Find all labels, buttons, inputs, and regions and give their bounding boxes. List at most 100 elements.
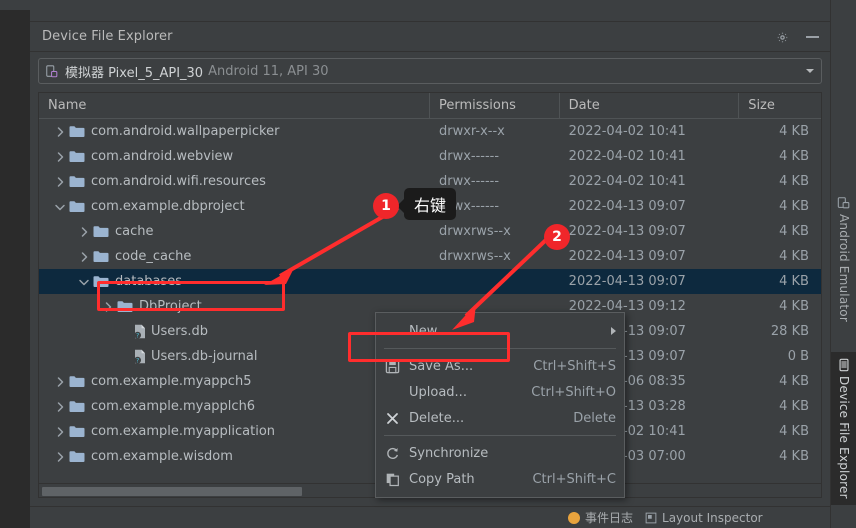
layout-inspector-icon: [645, 512, 657, 523]
device-icon: [46, 64, 58, 77]
menu-item-label: New: [409, 323, 438, 339]
file-name-cell[interactable]: com.example.dbproject: [39, 194, 430, 219]
file-name-label: com.android.wifi.resources: [91, 174, 266, 189]
column-header-name[interactable]: Name: [39, 93, 430, 118]
date-cell: 2022-04-02 10:41: [568, 174, 686, 189]
menu-item-synchronize[interactable]: Synchronize: [376, 440, 624, 466]
svg-text:?: ?: [136, 357, 139, 364]
chevron-right-icon[interactable]: [53, 400, 67, 414]
emulator-icon: [837, 197, 850, 209]
chevron-right-icon[interactable]: [77, 225, 91, 239]
folder-icon: [69, 426, 85, 437]
chevron-right-icon[interactable]: [101, 300, 115, 314]
size-cell: 4 KB: [779, 174, 809, 189]
file-name-cell[interactable]: com.example.myapplication: [39, 419, 430, 444]
status-layout-inspector[interactable]: Layout Inspector: [645, 511, 763, 525]
menu-item-upload[interactable]: Upload... Ctrl+Shift+O: [376, 379, 624, 405]
chevron-right-icon[interactable]: [53, 375, 67, 389]
gear-icon[interactable]: [774, 29, 790, 45]
folder-icon: [69, 451, 85, 462]
context-menu[interactable]: New Save As... Ctrl+Shift+S Upload... Ctrl+S…: [375, 312, 625, 498]
size-cell: 4 KB: [779, 424, 809, 439]
folder-icon: [93, 276, 109, 287]
status-event-log[interactable]: 事件日志: [568, 509, 633, 526]
file-name-cell[interactable]: DbProject: [39, 294, 430, 319]
column-header-date[interactable]: Date: [560, 93, 740, 118]
file-name-cell[interactable]: com.example.myapplch6: [39, 394, 430, 419]
size-cell: 4 KB: [779, 399, 809, 414]
file-name-cell[interactable]: code_cache: [39, 244, 430, 269]
table-row[interactable]: cache drwxrws--x 2022-04-13 09:07 4 KB: [39, 219, 821, 244]
file-name-cell[interactable]: com.example.myappch5: [39, 369, 430, 394]
menu-item-delete[interactable]: Delete... Delete: [376, 405, 624, 431]
menu-item-new[interactable]: New: [376, 318, 624, 344]
column-header-permissions[interactable]: Permissions: [430, 93, 560, 118]
size-cell: 4 KB: [779, 199, 809, 214]
file-name-cell[interactable]: ? Users.db-journal: [39, 344, 430, 369]
file-name-cell[interactable]: cache: [39, 219, 430, 244]
menu-item-label: Synchronize: [409, 445, 489, 461]
scrollbar-thumb[interactable]: [42, 487, 302, 496]
size-cell: 4 KB: [779, 374, 809, 389]
chevron-right-icon[interactable]: [53, 150, 67, 164]
size-cell: 0 B: [787, 349, 810, 364]
table-row[interactable]: databases 2022-04-13 09:07 4 KB: [39, 269, 821, 294]
chevron-down-icon[interactable]: [806, 69, 814, 73]
chevron-right-icon[interactable]: [77, 250, 91, 264]
table-row[interactable]: com.android.wallpaperpicker drwxr-x--x 202…: [39, 119, 821, 144]
table-row[interactable]: code_cache drwxrws--x 2022-04-13 09:07 4 KB: [39, 244, 821, 269]
menu-item-label: Save As...: [409, 358, 474, 374]
tool-tab-android-emulator[interactable]: Android Emulator: [831, 190, 856, 328]
menu-item-saveas[interactable]: Save As... Ctrl+Shift+S: [376, 353, 624, 379]
date-cell: 2022-04-13 09:07: [568, 224, 686, 239]
file-name-label: com.example.wisdom: [91, 449, 233, 464]
status-bar: 事件日志 Layout Inspector: [30, 506, 830, 528]
menu-item-label: Copy Path: [409, 471, 475, 487]
chevron-right-icon[interactable]: [53, 175, 67, 189]
file-name-cell[interactable]: com.example.wisdom: [39, 444, 430, 469]
tool-window-panel: Device File Explorer 模拟器 Pixel_5_API_30 …: [30, 22, 830, 506]
file-name-cell[interactable]: com.android.wifi.resources: [39, 169, 430, 194]
panel-title: Device File Explorer: [42, 29, 173, 44]
left-gutter: [0, 0, 30, 528]
folder-icon: [69, 376, 85, 387]
file-name-label: databases: [115, 274, 183, 289]
table-row[interactable]: com.android.webview drwx------ 2022-04-02 …: [39, 144, 821, 169]
permissions-cell: drwx------: [438, 149, 500, 164]
copy-icon: [384, 472, 401, 487]
permissions-cell: drwxrws--x: [439, 249, 511, 264]
top-strip: [30, 0, 830, 22]
minimize-icon[interactable]: [804, 29, 820, 45]
date-cell: 2022-04-13 09:07: [568, 199, 686, 214]
permissions-cell: drwxrws--x: [439, 224, 511, 239]
menu-item-copypath[interactable]: Copy Path Ctrl+Shift+C: [376, 466, 624, 492]
unknown-file-icon: ?: [134, 349, 145, 364]
column-header-size[interactable]: Size: [739, 93, 821, 118]
file-name-label: DbProject: [139, 299, 202, 314]
date-cell: 2022-04-02 10:41: [568, 149, 686, 164]
chevron-right-icon[interactable]: [53, 450, 67, 464]
file-name-cell[interactable]: com.android.wallpaperpicker: [39, 119, 430, 144]
menu-icon-spacer: [384, 385, 401, 400]
chevron-down-icon[interactable]: [53, 200, 67, 214]
file-name-label: Users.db: [151, 324, 209, 339]
folder-icon: [117, 301, 133, 312]
tool-tab-device-file-explorer[interactable]: Device File Explorer: [831, 352, 856, 505]
file-name-cell[interactable]: ? Users.db: [39, 319, 430, 344]
tool-tab-label: Device File Explorer: [837, 376, 851, 499]
file-name-label: cache: [115, 224, 154, 239]
phone-icon: [839, 358, 849, 372]
device-selector[interactable]: 模拟器 Pixel_5_API_30 Android 11, API 30: [38, 58, 822, 84]
annotation-badge-2: 2: [544, 224, 570, 250]
chevron-right-icon[interactable]: [53, 125, 67, 139]
menu-separator: [384, 348, 616, 349]
chevron-right-icon[interactable]: [53, 425, 67, 439]
right-tool-strip: Android Emulator Device File Explorer: [830, 0, 856, 528]
file-name-cell[interactable]: com.android.webview: [39, 144, 430, 169]
menu-separator: [384, 435, 616, 436]
size-cell: 4 KB: [779, 249, 809, 264]
file-name-cell[interactable]: databases: [39, 269, 430, 294]
chevron-down-icon[interactable]: [77, 275, 91, 289]
